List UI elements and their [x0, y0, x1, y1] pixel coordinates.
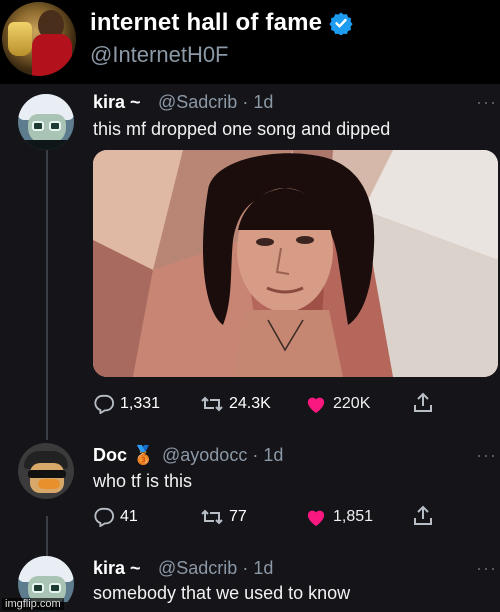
tweet-timestamp[interactable]: · 1d	[252, 445, 283, 465]
account-header: internet hall of fame @InternetH0F	[0, 0, 500, 84]
share-icon	[414, 505, 432, 525]
reply-button[interactable]: 41	[93, 507, 138, 527]
retweet-icon	[201, 396, 223, 412]
account-name-row: internet hall of fame	[90, 9, 353, 37]
retweet-button[interactable]: 24.3K	[200, 394, 271, 414]
avatar-eye	[32, 121, 44, 131]
watermark-label: imgflip.com	[2, 598, 64, 610]
tweet-text: somebody that we used to know	[93, 583, 351, 603]
thread-connector-line	[46, 150, 48, 440]
medal-badge-icon: 🥉	[132, 445, 155, 465]
avatar-suit	[24, 140, 68, 150]
tweet-author-meta: @ayodocc · 1d	[162, 445, 283, 466]
trophy-shape	[8, 22, 32, 56]
tweet-avatar-doc[interactable]	[18, 443, 74, 499]
avatar-eye	[32, 583, 44, 593]
tweet-author-name[interactable]: kira ~	[93, 92, 141, 113]
like-count: 1,851	[333, 508, 374, 525]
tweet-author-name[interactable]: Doc 🥉	[93, 445, 154, 466]
reply-icon	[94, 507, 114, 527]
share-icon	[414, 392, 432, 412]
avatar-glasses	[28, 470, 66, 478]
retweet-icon	[201, 509, 223, 525]
tweet-text: this mf dropped one song and dipped	[93, 119, 391, 139]
avatar-jersey	[32, 34, 72, 76]
thread-connector-line	[46, 516, 48, 556]
tweet-text: who tf is this	[93, 471, 193, 491]
more-options-icon[interactable]: ···	[476, 558, 497, 579]
more-options-icon[interactable]: ···	[476, 92, 497, 113]
tweet-author-handle[interactable]: @Sadcrib	[158, 92, 237, 112]
heart-icon	[307, 397, 325, 414]
tweet-media-image[interactable]	[93, 150, 498, 377]
like-count: 220K	[333, 395, 371, 412]
tweet-author-meta: @Sadcrib · 1d	[158, 92, 273, 113]
retweet-button[interactable]: 77	[200, 507, 247, 527]
account-handle[interactable]: @InternetH0F	[90, 42, 229, 68]
like-button[interactable]: 1,851	[304, 507, 373, 527]
tweet-author-name[interactable]: kira ~	[93, 558, 141, 579]
tweet-timestamp[interactable]: · 1d	[242, 92, 273, 112]
reply-button[interactable]: 1,331	[93, 394, 160, 414]
avatar-eye	[49, 583, 61, 593]
avatar-beak	[38, 479, 60, 489]
tweet-author-handle[interactable]: @Sadcrib	[158, 558, 237, 578]
like-button[interactable]: 220K	[304, 394, 370, 414]
heart-icon	[307, 510, 325, 527]
account-avatar[interactable]	[2, 2, 76, 76]
reply-icon	[94, 394, 114, 414]
retweet-count: 77	[229, 508, 247, 525]
retweet-count: 24.3K	[229, 395, 271, 412]
album-art-graphic	[93, 150, 498, 377]
avatar-eye	[49, 121, 61, 131]
tweet-timestamp[interactable]: · 1d	[242, 558, 273, 578]
verified-badge-icon	[329, 12, 353, 35]
tweet-author-meta: @Sadcrib · 1d	[158, 558, 273, 579]
reply-count: 1,331	[120, 395, 161, 412]
share-button[interactable]	[412, 392, 439, 414]
share-button[interactable]	[412, 505, 439, 527]
more-options-icon[interactable]: ···	[476, 445, 497, 466]
tweet-author-handle[interactable]: @ayodocc	[162, 445, 247, 465]
account-display-name[interactable]: internet hall of fame	[90, 9, 322, 37]
author-name-text: Doc	[93, 445, 128, 465]
tweet-avatar-kira[interactable]	[18, 94, 74, 150]
reply-count: 41	[120, 508, 138, 525]
